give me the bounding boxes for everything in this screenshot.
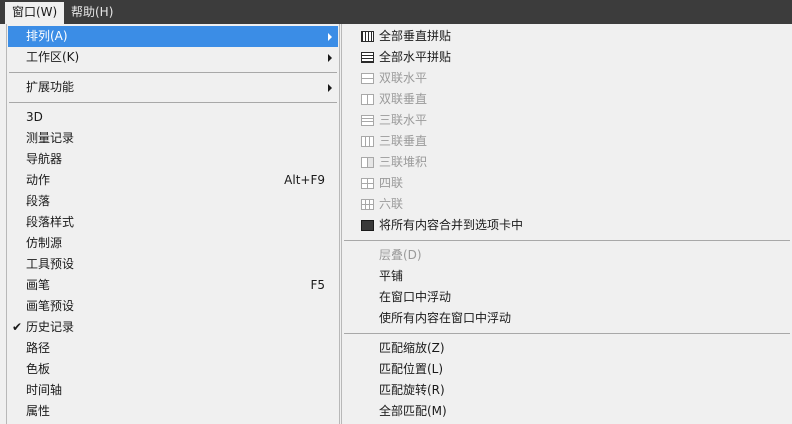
submenu-item-cascade[interactable]: 层叠(D) (343, 245, 792, 266)
submenu-item-tile-all-horizontally[interactable]: 全部水平拼贴 (343, 47, 792, 68)
submenu-arrow-icon (328, 54, 332, 62)
menu-item-actions[interactable]: 动作 Alt+F9 (8, 170, 338, 191)
menu-item-history[interactable]: ✔ 历史记录 (8, 317, 338, 338)
window-menu-dropdown: 排列(A) 工作区(K) 扩展功能 3D 测量记录 导航器 动作 Alt+F9 … (6, 24, 340, 424)
menu-item-label: 画笔预设 (26, 299, 75, 313)
submenu-item-two-up-horizontal[interactable]: 双联水平 (343, 68, 792, 89)
tile-vertical-icon (361, 31, 374, 42)
menu-item-label: 色板 (26, 362, 51, 376)
submenu-item-match-location[interactable]: 匹配位置(L) (343, 359, 792, 380)
menu-item-navigator[interactable]: 导航器 (8, 149, 338, 170)
submenu-item-label: 三联水平 (379, 113, 428, 127)
submenu-item-label: 三联垂直 (379, 134, 428, 148)
menu-item-label: 画笔 (26, 278, 51, 292)
submenu-item-tile-all-vertically[interactable]: 全部垂直拼贴 (343, 26, 792, 47)
menu-window[interactable]: 窗口(W) (5, 2, 65, 24)
submenu-item-label: 三联堆积 (379, 155, 428, 169)
menu-item-label: 段落样式 (26, 215, 75, 229)
tile-horizontal-icon (361, 52, 374, 63)
three-up-horizontal-icon (361, 115, 374, 126)
menu-item-label: 扩展功能 (26, 80, 75, 94)
menu-item-extensions[interactable]: 扩展功能 (8, 77, 338, 98)
menu-bar: 窗口(W) 帮助(H) (0, 0, 792, 24)
menu-item-label: 属性 (26, 404, 51, 418)
menu-item-label: 排列(A) (26, 29, 68, 43)
three-up-vertical-icon (361, 136, 374, 147)
submenu-item-float-all-in-windows[interactable]: 使所有内容在窗口中浮动 (343, 308, 792, 329)
menu-item-swatches[interactable]: 色板 (8, 359, 338, 380)
menu-separator (9, 72, 337, 73)
menu-item-label: 3D (26, 110, 43, 124)
submenu-arrow-icon (328, 84, 332, 92)
menu-item-paragraph[interactable]: 段落 (8, 191, 338, 212)
menu-separator (344, 240, 790, 241)
three-up-stacked-icon (361, 157, 374, 168)
submenu-item-label: 将所有内容合并到选项卡中 (379, 218, 524, 232)
submenu-item-label: 平铺 (379, 269, 404, 283)
submenu-item-three-up-stacked[interactable]: 三联堆积 (343, 152, 792, 173)
menu-item-arrange[interactable]: 排列(A) (8, 26, 338, 47)
submenu-item-match-all[interactable]: 全部匹配(M) (343, 401, 792, 422)
two-up-horizontal-icon (361, 73, 374, 84)
menu-item-properties[interactable]: 属性 (8, 401, 338, 422)
menu-separator (344, 333, 790, 334)
arrange-submenu: 全部垂直拼贴 全部水平拼贴 双联水平 双联垂直 三联水平 三联垂直 三联堆积 四… (341, 24, 792, 424)
menu-item-label: 时间轴 (26, 383, 63, 397)
submenu-item-label: 在窗口中浮动 (379, 290, 452, 304)
submenu-item-four-up[interactable]: 四联 (343, 173, 792, 194)
menu-item-brush-presets[interactable]: 画笔预设 (8, 296, 338, 317)
submenu-item-label: 双联垂直 (379, 92, 428, 106)
submenu-item-tile[interactable]: 平铺 (343, 266, 792, 287)
menu-item-brush[interactable]: 画笔 F5 (8, 275, 338, 296)
menu-item-label: 工作区(K) (26, 50, 80, 64)
consolidate-tabs-icon (361, 220, 374, 231)
submenu-item-match-zoom[interactable]: 匹配缩放(Z) (343, 338, 792, 359)
menu-item-paragraph-styles[interactable]: 段落样式 (8, 212, 338, 233)
submenu-item-three-up-horizontal[interactable]: 三联水平 (343, 110, 792, 131)
menu-item-3d[interactable]: 3D (8, 107, 338, 128)
submenu-item-label: 匹配旋转(R) (379, 383, 445, 397)
shortcut-label: F5 (310, 278, 325, 292)
menu-item-label: 路径 (26, 341, 51, 355)
menu-help[interactable]: 帮助(H) (64, 2, 120, 24)
menu-item-tool-presets[interactable]: 工具预设 (8, 254, 338, 275)
submenu-item-label: 匹配位置(L) (379, 362, 444, 376)
menu-item-label: 工具预设 (26, 257, 75, 271)
menu-item-label: 测量记录 (26, 131, 75, 145)
menu-item-label: 动作 (26, 173, 51, 187)
submenu-item-consolidate-to-tabs[interactable]: 将所有内容合并到选项卡中 (343, 215, 792, 236)
menu-separator (9, 102, 337, 103)
submenu-item-label: 全部垂直拼贴 (379, 29, 452, 43)
submenu-item-label: 全部水平拼贴 (379, 50, 452, 64)
submenu-item-label: 全部匹配(M) (379, 404, 447, 418)
submenu-item-label: 四联 (379, 176, 404, 190)
submenu-item-label: 匹配缩放(Z) (379, 341, 445, 355)
submenu-item-label: 使所有内容在窗口中浮动 (379, 311, 512, 325)
menu-item-label: 仿制源 (26, 236, 63, 250)
submenu-item-float-in-window[interactable]: 在窗口中浮动 (343, 287, 792, 308)
four-up-icon (361, 178, 374, 189)
submenu-item-label: 六联 (379, 197, 404, 211)
checkmark-icon: ✔ (12, 320, 23, 334)
submenu-item-three-up-vertical[interactable]: 三联垂直 (343, 131, 792, 152)
submenu-item-label: 双联水平 (379, 71, 428, 85)
submenu-item-match-rotation[interactable]: 匹配旋转(R) (343, 380, 792, 401)
menu-item-label: 段落 (26, 194, 51, 208)
submenu-item-label: 层叠(D) (379, 248, 422, 262)
menu-item-paths[interactable]: 路径 (8, 338, 338, 359)
submenu-item-six-up[interactable]: 六联 (343, 194, 792, 215)
six-up-icon (361, 199, 374, 210)
menu-item-timeline[interactable]: 时间轴 (8, 380, 338, 401)
submenu-item-two-up-vertical[interactable]: 双联垂直 (343, 89, 792, 110)
menu-item-workspace[interactable]: 工作区(K) (8, 47, 338, 68)
menu-item-label: 历史记录 (26, 320, 75, 334)
menu-item-label: 导航器 (26, 152, 63, 166)
menu-item-measurement-log[interactable]: 测量记录 (8, 128, 338, 149)
menu-item-clone-source[interactable]: 仿制源 (8, 233, 338, 254)
submenu-arrow-icon (328, 33, 332, 41)
shortcut-label: Alt+F9 (284, 173, 325, 187)
two-up-vertical-icon (361, 94, 374, 105)
